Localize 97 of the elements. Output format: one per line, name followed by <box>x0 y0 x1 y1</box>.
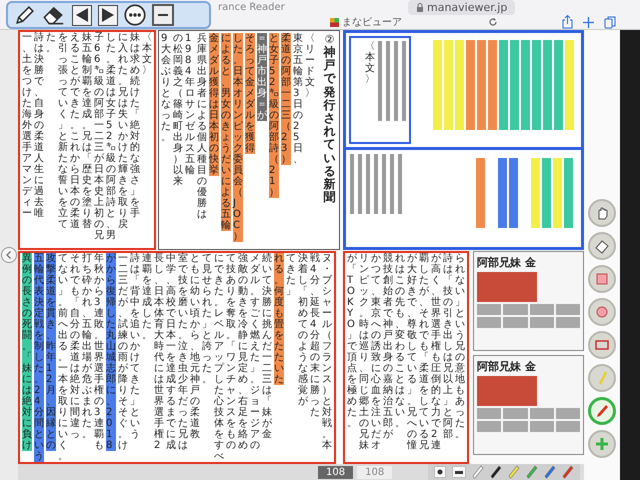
text-column: した。柔道は女子52㌔級の阿部詩と、男 <box>106 32 116 241</box>
next-button[interactable] <box>98 4 118 26</box>
text-column: て技ありを奪取。「ワンチャンスをもの <box>226 253 236 451</box>
text-column: 詩は「技の引き出しは兄以上」と阿部 <box>443 253 453 440</box>
text-column: てきた」 <box>286 253 296 297</box>
text-column: を引っ張っていく」と新たな誓いを立て <box>58 32 68 230</box>
hand-tool-button[interactable] <box>588 199 616 227</box>
text-column: ＝神戸市出身＝が <box>257 33 267 121</box>
text-column: 連覇を達成した。 <box>142 253 152 341</box>
plus-icon <box>594 436 610 452</box>
marker-tool-button[interactable] <box>588 265 616 293</box>
text-column: 年秋から3連敗。世界選手権の3連覇も <box>94 253 104 451</box>
photo-placeholder <box>477 272 537 302</box>
plus-icon[interactable] <box>583 16 594 28</box>
text-column: 子66㌔級の阿部一二三が日本史上初の兄 <box>94 32 104 241</box>
text-column: 強敵の動きを冷静に見定め、右足を絡め <box>238 253 248 451</box>
minimize-icon[interactable] <box>152 4 174 26</box>
text-column: が大好きで、尊敬している」。兄への憧 <box>407 253 417 451</box>
text-column: がから復帰した丸山城志郎に、2018 <box>106 253 116 451</box>
headline: 阿部兄妹 金 <box>477 255 537 270</box>
page-number[interactable]: 108 <box>318 466 354 478</box>
text-column: の松岡義之（篠崎町出身）以来 <box>173 33 183 187</box>
text-column: 〈リード文〉 <box>305 33 315 99</box>
text-column: 一二三だが、試練の雨が降りそそぐ。け <box>118 253 128 451</box>
text-column: た。 <box>46 32 56 54</box>
text-column: リンピック。時は巡り、同じ郷土の兄妹 <box>359 253 369 451</box>
reload-icon[interactable] <box>488 17 498 27</box>
text-lines-drawing <box>350 154 402 214</box>
text-column: ヌ・ブシャール（フランス）と対戦。本 <box>322 253 332 451</box>
text-column: に入れた。兄は失いかけた輝きを取り戻 <box>118 32 128 230</box>
text-column: 妹は求め続けた「絶対的な強さ」を手 <box>130 32 140 219</box>
text-column: かつて、東京への誘致に心血を注いだオ <box>371 253 381 451</box>
text-column: と女子52㌔級の阿部詩（21） <box>269 33 279 198</box>
text-column: 妹五輪制覇を達成。兄は「歴史を塗り替 <box>82 32 92 230</box>
text-column: 決着し「初めてのような感覚が <box>298 253 308 407</box>
text-column: 詩は「背中を追いかけてきた」という <box>130 253 140 440</box>
text-column: 覇したが、それでも「柔道をしている兄 <box>419 253 429 451</box>
newspaper-thumbnail[interactable]: 阿部兄妹 金 <box>473 355 584 455</box>
frame-tool-button[interactable] <box>588 331 616 359</box>
text-column: 打ち砕かれ、五輪出場が危ぶまれた。 <box>82 253 92 440</box>
text-column: ともに幼い頃から、地元神戸の柔道教 <box>190 253 200 440</box>
eraser-tool-button[interactable] <box>588 232 616 260</box>
text-column: えることができた。これから日本の柔道 <box>70 32 80 230</box>
text-column: 五輪代表決定戦を制した。24分間という <box>34 253 44 462</box>
text-column: メダル。すごく燃えた」。ジョージアの <box>250 253 260 451</box>
newspaper-thumbnail[interactable]: 阿部兄妹 金 <box>473 251 584 351</box>
browser-tab[interactable]: まなビューア <box>330 15 480 29</box>
text-column: にできた。レベルアップした心技体をすべ <box>214 253 224 462</box>
circle-icon <box>594 304 610 320</box>
text-column: 兵庫県出身者による個人種目の優勝は <box>197 33 207 220</box>
square-icon <box>594 271 610 287</box>
pen-icon <box>594 403 610 419</box>
pen-icon[interactable] <box>490 465 502 479</box>
previous-page-icon[interactable] <box>1 244 17 266</box>
text-column: 東京五輪第3日の25日、 <box>293 33 303 165</box>
text-column: 詩は決勝で、自身の柔道人生に過去唯 <box>34 32 44 219</box>
app-title: rance Reader <box>218 2 286 13</box>
stamp-tool-button[interactable] <box>588 298 616 326</box>
text-column: 攻撃柔道を貫き、昨年12月、因縁との <box>46 253 56 451</box>
text-column: 室で技を磨いた。泣き虫少年だった兄は <box>178 253 188 451</box>
photo-placeholder <box>477 376 537 406</box>
text-column: 〈本文〉 <box>365 41 375 139</box>
text-column: それでも「自分の柔道は絶対に間違っ <box>70 253 80 440</box>
lock-icon <box>416 2 424 12</box>
article-number: ② <box>324 33 334 46</box>
text-column: 競技創始者で神戸出身の嘉納治五郎が <box>383 253 393 440</box>
add-tool-button[interactable] <box>588 430 616 458</box>
text-column: 中学、高校で日本一を達成するまでに成 <box>166 253 176 451</box>
text-column: が高く、世界選手権も圧倒的な力で2連 <box>431 253 441 451</box>
text-column: てない」。前へ出る。一本を取りにいく。 <box>58 253 68 462</box>
left-triangle-icon <box>74 7 89 23</box>
text-column: れはこの先も、変わることはない。 <box>395 253 405 429</box>
text-column: 〈本文〉 <box>142 32 152 76</box>
more-icon[interactable] <box>124 4 146 26</box>
tabs-icon[interactable] <box>604 16 616 28</box>
text-column: した。日本オリンピック委員会（JOC） <box>233 33 243 242</box>
article-heading: 神戸で発行されている新聞 <box>324 46 336 204</box>
text-column: そろって金メダルを獲得 <box>245 33 255 154</box>
text-column: が「TOKYO」で頂点を極めた。 <box>347 253 357 429</box>
previous-button[interactable] <box>72 4 92 26</box>
pen-tool-button[interactable] <box>588 397 616 425</box>
text-column: 金メダル獲得は日本初の快挙 <box>209 33 219 176</box>
text-column: 9大会ぶりとなった。 <box>161 33 171 143</box>
text-column: 一、土をつけた海外選手アマンディー <box>22 32 32 219</box>
text-column: によると、男女のきょうだいによる五輪 <box>221 33 231 231</box>
text-column: 続いて決勝に挑んだ一二三は「妹が金 <box>262 253 272 440</box>
right-triangle-icon <box>100 7 115 23</box>
text-column: れる。何度も畳をたたいた <box>274 253 284 385</box>
text-column: 異例の長さの死闘。「妹には絶対に負け <box>22 253 32 451</box>
text-column: 1984年ロサンゼルス五輪 <box>185 33 195 176</box>
share-icon[interactable] <box>562 15 573 29</box>
headline: 阿部兄妹 金 <box>477 359 537 374</box>
text-column: られない」という兄の意地もあった。 <box>455 253 465 440</box>
text-column: 長し、日本体育大時代には世界選手権2 <box>154 253 164 451</box>
text-column: 柔道の阿部一二三（23） <box>281 33 291 165</box>
text-column: 戦4分、延長4分超の末に勝った <box>310 253 320 418</box>
text-column: て見せられた」と誇った。 <box>202 253 212 385</box>
